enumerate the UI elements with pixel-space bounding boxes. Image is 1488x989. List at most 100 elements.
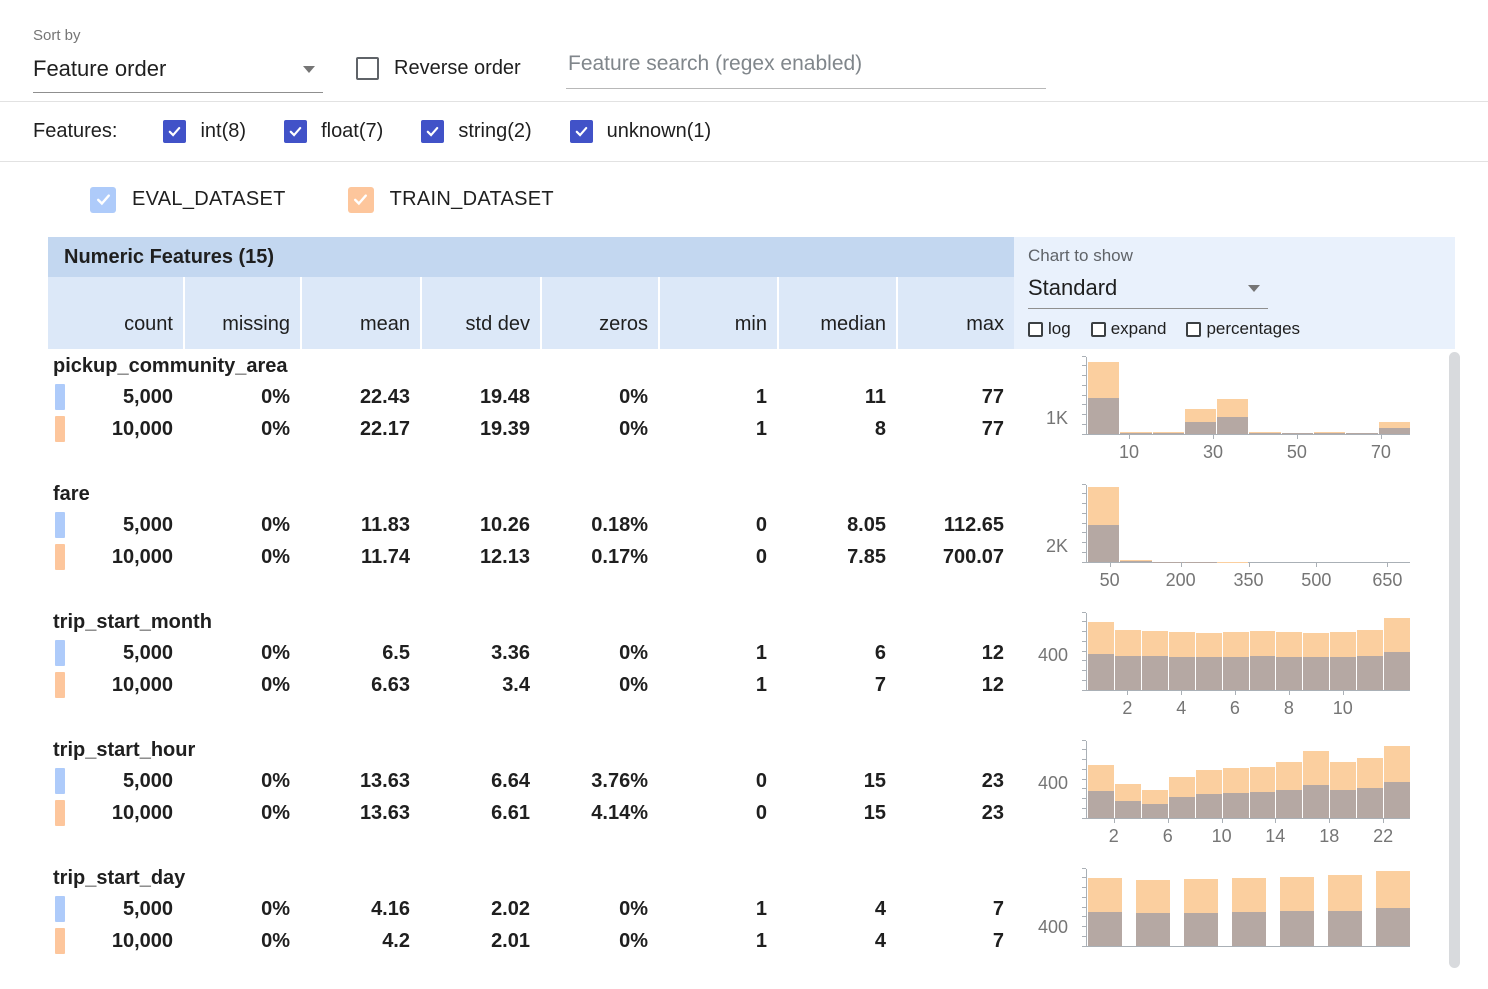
histogram-bar[interactable] bbox=[1088, 485, 1119, 562]
y-axis-tick bbox=[1082, 532, 1086, 533]
histogram-bar[interactable] bbox=[1232, 869, 1266, 946]
x-axis-tick-label: 8 bbox=[1284, 698, 1294, 719]
histogram-bar[interactable] bbox=[1120, 357, 1151, 434]
feature-search-input[interactable] bbox=[566, 52, 1046, 89]
histogram-bar[interactable] bbox=[1217, 357, 1248, 434]
histogram-bar[interactable] bbox=[1153, 357, 1184, 434]
checkbox-checked-icon[interactable] bbox=[570, 120, 593, 143]
reverse-order-toggle[interactable]: Reverse order bbox=[356, 57, 521, 80]
histogram-bar[interactable] bbox=[1328, 869, 1362, 946]
histogram-bar[interactable] bbox=[1376, 869, 1410, 946]
histogram-bar[interactable] bbox=[1142, 741, 1168, 818]
feature-row-train: 10,0000%4.22.010%147 bbox=[48, 925, 1014, 957]
histogram-bar[interactable] bbox=[1115, 741, 1141, 818]
histogram-bar[interactable] bbox=[1169, 613, 1195, 690]
histogram-bar[interactable] bbox=[1142, 613, 1168, 690]
x-axis-tick-label: 14 bbox=[1265, 826, 1285, 847]
histogram-bar[interactable] bbox=[1282, 357, 1313, 434]
checkbox-unchecked-icon[interactable] bbox=[1186, 322, 1201, 337]
feature-type-filters: Features: int(8) float(7) string(2) unkn… bbox=[0, 102, 1488, 162]
histogram-bar[interactable] bbox=[1384, 741, 1410, 818]
histogram-bar[interactable] bbox=[1314, 357, 1345, 434]
histogram-bar[interactable] bbox=[1088, 869, 1122, 946]
vertical-scrollbar[interactable] bbox=[1449, 352, 1460, 968]
checkbox-checked-icon[interactable] bbox=[421, 120, 444, 143]
histogram-bar[interactable] bbox=[1088, 741, 1114, 818]
histogram-bar[interactable] bbox=[1280, 869, 1314, 946]
histogram-bar[interactable] bbox=[1346, 485, 1377, 562]
eval-overlap-segment bbox=[1384, 782, 1410, 818]
x-axis-tick bbox=[1329, 818, 1330, 823]
sort-by-select[interactable]: Feature order bbox=[33, 56, 323, 93]
histogram-bar[interactable] bbox=[1196, 613, 1222, 690]
feature-row-train: 10,0000%22.1719.390%1877 bbox=[48, 413, 1014, 445]
y-axis-tick bbox=[1082, 897, 1086, 898]
chart-type-select[interactable]: Standard bbox=[1028, 275, 1268, 309]
histogram-bar[interactable] bbox=[1330, 613, 1356, 690]
y-axis-tick bbox=[1082, 404, 1086, 405]
histogram-bar[interactable] bbox=[1185, 485, 1216, 562]
histogram-bar[interactable] bbox=[1217, 485, 1248, 562]
histogram-bar[interactable] bbox=[1282, 485, 1313, 562]
histogram-bar[interactable] bbox=[1303, 613, 1329, 690]
checkbox-checked-icon[interactable] bbox=[284, 120, 307, 143]
checkbox-unchecked-icon[interactable] bbox=[1028, 322, 1043, 337]
dataset-legend: EVAL_DATASET TRAIN_DATASET bbox=[0, 162, 1488, 237]
train-dataset-checkbox-icon[interactable] bbox=[348, 187, 374, 213]
histogram-bar[interactable] bbox=[1184, 869, 1218, 946]
histogram-bar[interactable] bbox=[1250, 741, 1276, 818]
histogram-bar[interactable] bbox=[1314, 485, 1345, 562]
log-toggle[interactable]: log bbox=[1028, 319, 1071, 339]
histogram-bar[interactable] bbox=[1384, 613, 1410, 690]
histogram-bar[interactable] bbox=[1250, 613, 1276, 690]
eval-overlap-segment bbox=[1120, 561, 1151, 562]
histogram-bar[interactable] bbox=[1223, 613, 1249, 690]
eval-overlap-segment bbox=[1250, 792, 1276, 818]
histogram-bar[interactable] bbox=[1330, 741, 1356, 818]
histogram-bar[interactable] bbox=[1196, 741, 1222, 818]
filter-float[interactable]: float(7) bbox=[284, 120, 383, 143]
histogram-bar[interactable] bbox=[1088, 613, 1114, 690]
percentages-toggle[interactable]: percentages bbox=[1186, 319, 1300, 339]
histogram-bar[interactable] bbox=[1120, 485, 1151, 562]
eval-overlap-segment bbox=[1384, 652, 1410, 691]
histogram-bar[interactable] bbox=[1249, 357, 1280, 434]
filter-unknown[interactable]: unknown(1) bbox=[570, 120, 712, 143]
eval-dataset-checkbox-icon[interactable] bbox=[90, 187, 116, 213]
histogram-bar[interactable] bbox=[1303, 741, 1329, 818]
histogram-bar[interactable] bbox=[1276, 613, 1302, 690]
plot-area: 246810 bbox=[1086, 613, 1410, 691]
filter-int[interactable]: int(8) bbox=[163, 120, 246, 143]
dataset-toggle-train[interactable]: TRAIN_DATASET bbox=[348, 187, 554, 213]
expand-toggle[interactable]: expand bbox=[1091, 319, 1167, 339]
checkbox-unchecked-icon[interactable] bbox=[1091, 322, 1106, 337]
filter-string[interactable]: string(2) bbox=[421, 120, 531, 143]
histogram-bar[interactable] bbox=[1153, 485, 1184, 562]
main-content: Numeric Features (15) count missing mean… bbox=[0, 237, 1488, 989]
histogram-bar[interactable] bbox=[1357, 613, 1383, 690]
checkbox-unchecked-icon[interactable] bbox=[356, 57, 379, 80]
stat-cell: 0% bbox=[183, 386, 300, 409]
histogram-bar[interactable] bbox=[1223, 741, 1249, 818]
stat-cell: 6 bbox=[777, 642, 896, 665]
histogram-bar[interactable] bbox=[1169, 741, 1195, 818]
checkbox-checked-icon[interactable] bbox=[163, 120, 186, 143]
option-label: percentages bbox=[1206, 319, 1300, 339]
dataset-toggle-eval[interactable]: EVAL_DATASET bbox=[90, 187, 286, 213]
option-label: expand bbox=[1111, 319, 1167, 339]
histogram-bar[interactable] bbox=[1136, 869, 1170, 946]
histogram-bar[interactable] bbox=[1249, 485, 1280, 562]
stat-cell: 1 bbox=[658, 386, 777, 409]
histogram-bar[interactable] bbox=[1088, 357, 1119, 434]
eval-overlap-segment bbox=[1153, 433, 1184, 434]
histogram-bar[interactable] bbox=[1185, 357, 1216, 434]
histogram-bar[interactable] bbox=[1357, 741, 1383, 818]
eval-overlap-segment bbox=[1136, 913, 1170, 946]
histogram-bar[interactable] bbox=[1379, 485, 1410, 562]
histogram-bar[interactable] bbox=[1379, 357, 1410, 434]
histogram-bar[interactable] bbox=[1115, 613, 1141, 690]
histogram-bar[interactable] bbox=[1276, 741, 1302, 818]
histogram-bar[interactable] bbox=[1346, 357, 1377, 434]
eval-overlap-segment bbox=[1169, 657, 1195, 690]
eval-overlap-segment bbox=[1115, 656, 1141, 690]
